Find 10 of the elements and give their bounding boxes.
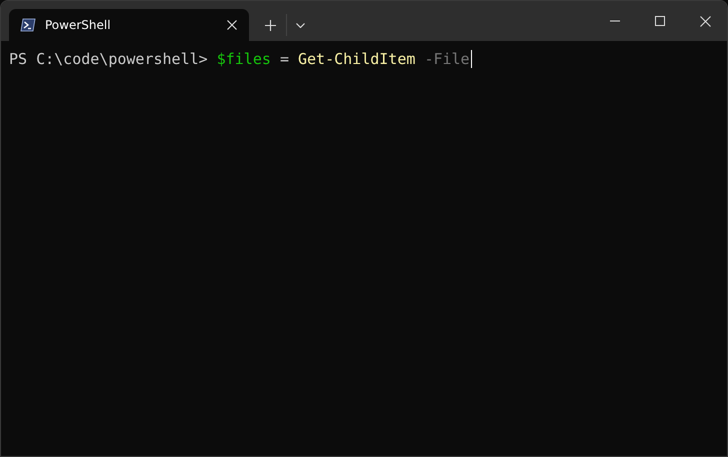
new-tab-icon[interactable] xyxy=(265,20,276,31)
terminal-icon xyxy=(20,18,36,32)
command-line: PS C:\code\powershell> $files = Get-ChildItem -File xyxy=(9,50,470,68)
dropdown-icon[interactable] xyxy=(296,23,305,28)
minimize-icon[interactable] xyxy=(610,20,620,22)
maximize-icon[interactable] xyxy=(655,16,665,26)
tab[interactable]: PowerShell xyxy=(9,9,249,41)
close-icon[interactable] xyxy=(700,16,711,26)
close-icon[interactable] xyxy=(227,20,237,30)
tab-title: PowerShell xyxy=(45,18,112,32)
